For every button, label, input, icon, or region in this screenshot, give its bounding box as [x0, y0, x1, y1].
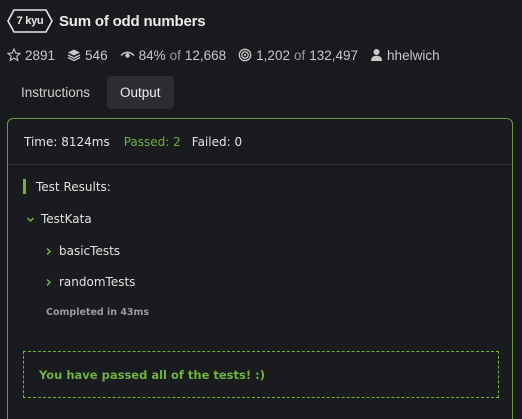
suite-label: TestKata: [41, 212, 92, 226]
suite-row-testkata[interactable]: TestKata: [26, 212, 92, 226]
kyu-rank-badge: 7 kyu: [7, 9, 53, 33]
star-outline-icon: [7, 48, 21, 62]
failed-count: Failed: 0: [191, 134, 243, 149]
author-stat[interactable]: hhelwich: [370, 48, 440, 63]
chevron-right-icon: [46, 278, 52, 286]
layers-icon: [67, 49, 81, 62]
chevron-down-icon: [26, 216, 35, 222]
chevron-right-icon: [46, 247, 52, 255]
kata-stats: 2891 546 84% of 12,668 1,202 of 132,497: [7, 46, 452, 64]
satisfaction-percent: 84%: [138, 47, 166, 63]
results-accent-bar: [23, 179, 26, 194]
test-label: basicTests: [59, 244, 121, 258]
target-icon: [238, 48, 252, 62]
test-row-basictests[interactable]: basicTests: [44, 244, 120, 258]
success-message: You have passed all of the tests! :): [39, 367, 265, 382]
collections-stat: 546: [67, 48, 108, 63]
test-row-randomtests[interactable]: randomTests: [44, 275, 135, 289]
collections-count: 546: [85, 47, 108, 63]
kata-title: Sum of odd numbers: [59, 12, 206, 30]
satisfaction-stat: 84% of 12,668: [120, 47, 227, 63]
run-time: Time: 8124ms: [24, 134, 110, 149]
tab-instructions[interactable]: Instructions: [8, 76, 103, 109]
kyu-rank-label: 7 kyu: [16, 15, 44, 27]
test-results-label: Test Results:: [36, 179, 111, 194]
test-summary: Time: 8124ms Passed: 2 Failed: 0: [8, 119, 512, 165]
satisfaction-of-label: of: [169, 47, 181, 63]
completions-count: 1,202: [256, 47, 290, 63]
eye-icon: [120, 51, 135, 58]
completions-of-label: of: [293, 47, 306, 63]
success-message-box: You have passed all of the tests! :): [23, 351, 499, 398]
kata-tabs: Instructions Output: [8, 76, 174, 109]
output-panel: Time: 8124ms Passed: 2 Failed: 0 Test Re…: [7, 118, 513, 419]
tab-output[interactable]: Output: [107, 76, 174, 109]
completions-stat: 1,202 of 132,497: [238, 48, 358, 63]
stars-stat[interactable]: 2891: [7, 48, 55, 63]
user-icon: [371, 49, 383, 61]
completed-time: Completed in 43ms: [46, 307, 150, 318]
attempts-count: 132,497: [309, 47, 359, 63]
stars-count: 2891: [25, 47, 56, 63]
kata-title-row: 7 kyu Sum of odd numbers: [7, 9, 206, 33]
test-results-header: Test Results:: [23, 179, 111, 194]
votes-count: 12,668: [184, 47, 227, 63]
passed-count: Passed: 2: [123, 134, 181, 149]
test-label: randomTests: [59, 275, 136, 289]
author-name[interactable]: hhelwich: [387, 48, 440, 63]
